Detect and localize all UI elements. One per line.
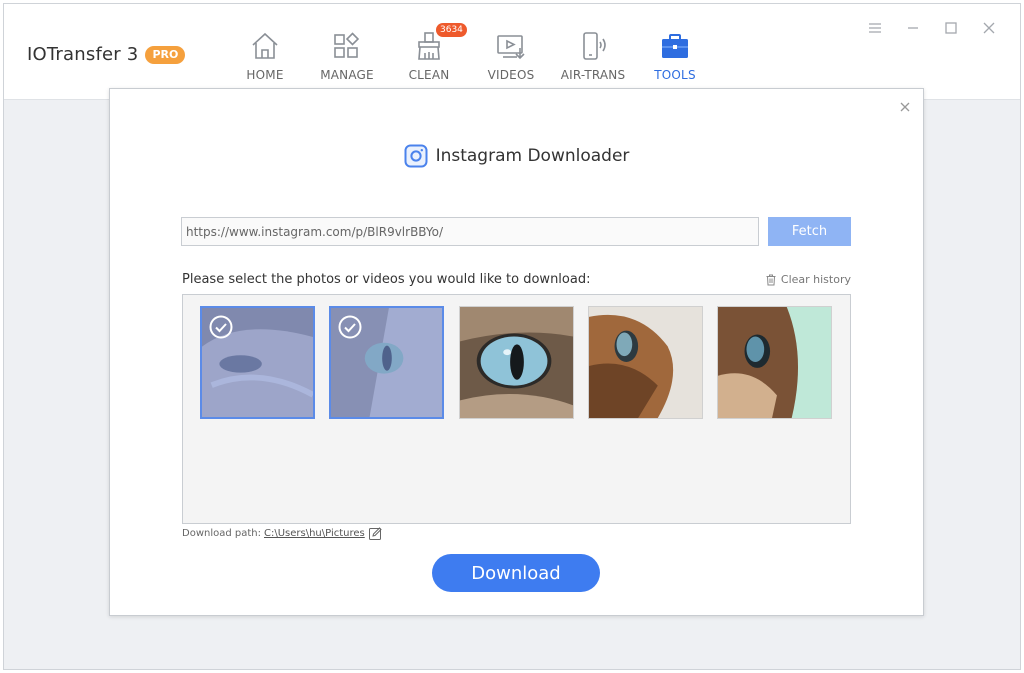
nav-videos[interactable]: VIDEOS (470, 30, 552, 82)
download-button[interactable]: Download (432, 554, 600, 592)
pro-badge: PRO (145, 45, 186, 64)
brand: IOTransfer 3 PRO (27, 44, 186, 65)
media-thumbnail[interactable] (329, 306, 444, 419)
app-window: IOTransfer 3 PRO HOME MANAGE 3634 CLEAN … (3, 3, 1021, 670)
media-thumbnail[interactable] (588, 306, 703, 419)
main-nav: HOME MANAGE 3634 CLEAN VIDEOS AIR-TRANS … (224, 23, 716, 82)
check-circle-icon (338, 315, 362, 339)
download-path-link[interactable]: C:\Users\hu\Pictures (264, 528, 365, 539)
select-prompt: Please select the photos or videos you w… (182, 272, 591, 287)
nav-tools[interactable]: TOOLS (634, 30, 716, 82)
window-controls (856, 19, 1008, 37)
grid-icon (334, 32, 360, 58)
url-input[interactable] (181, 217, 759, 246)
check-circle-icon (209, 315, 233, 339)
fetch-button[interactable]: Fetch (768, 217, 851, 246)
instagram-downloader-dialog: Instagram Downloader Fetch Please select… (109, 88, 924, 616)
media-thumbnail[interactable] (459, 306, 574, 419)
menu-button[interactable] (856, 19, 894, 37)
media-thumbnail[interactable] (717, 306, 832, 419)
maximize-button[interactable] (932, 19, 970, 37)
download-path-row: Download path: C:\Users\hu\Pictures (182, 527, 382, 540)
minimize-icon (908, 27, 918, 29)
nav-home[interactable]: HOME (224, 30, 306, 82)
close-window-button[interactable] (970, 19, 1008, 37)
dialog-header: Instagram Downloader (110, 144, 923, 168)
cat-eye-photo (460, 307, 573, 418)
video-download-icon (497, 35, 525, 60)
home-icon (252, 32, 278, 59)
clean-badge: 3634 (436, 23, 467, 37)
app-name: IOTransfer 3 (27, 44, 139, 65)
cat-profile-photo (589, 307, 702, 418)
nav-clean[interactable]: 3634 CLEAN (388, 23, 470, 82)
hamburger-icon (869, 23, 881, 33)
nav-air-trans[interactable]: AIR-TRANS (552, 30, 634, 82)
trash-icon (766, 274, 776, 285)
dialog-title: Instagram Downloader (435, 146, 630, 166)
maximize-icon (945, 22, 957, 34)
phone-wireless-icon (583, 32, 606, 60)
instagram-icon (404, 144, 428, 168)
toolbox-icon (662, 34, 688, 58)
dialog-close-icon[interactable] (897, 99, 913, 115)
clear-history-button[interactable]: Clear history (765, 273, 851, 286)
download-path-label: Download path: (182, 528, 261, 539)
minimize-button[interactable] (894, 19, 932, 37)
clear-history-label: Clear history (780, 273, 851, 286)
edit-icon[interactable] (368, 527, 382, 540)
media-thumbnail[interactable] (200, 306, 315, 419)
nav-manage[interactable]: MANAGE (306, 30, 388, 82)
close-icon (983, 22, 995, 34)
media-gallery (182, 294, 851, 524)
title-bar: IOTransfer 3 PRO HOME MANAGE 3634 CLEAN … (4, 4, 1020, 100)
cat-profile-photo (718, 307, 831, 418)
